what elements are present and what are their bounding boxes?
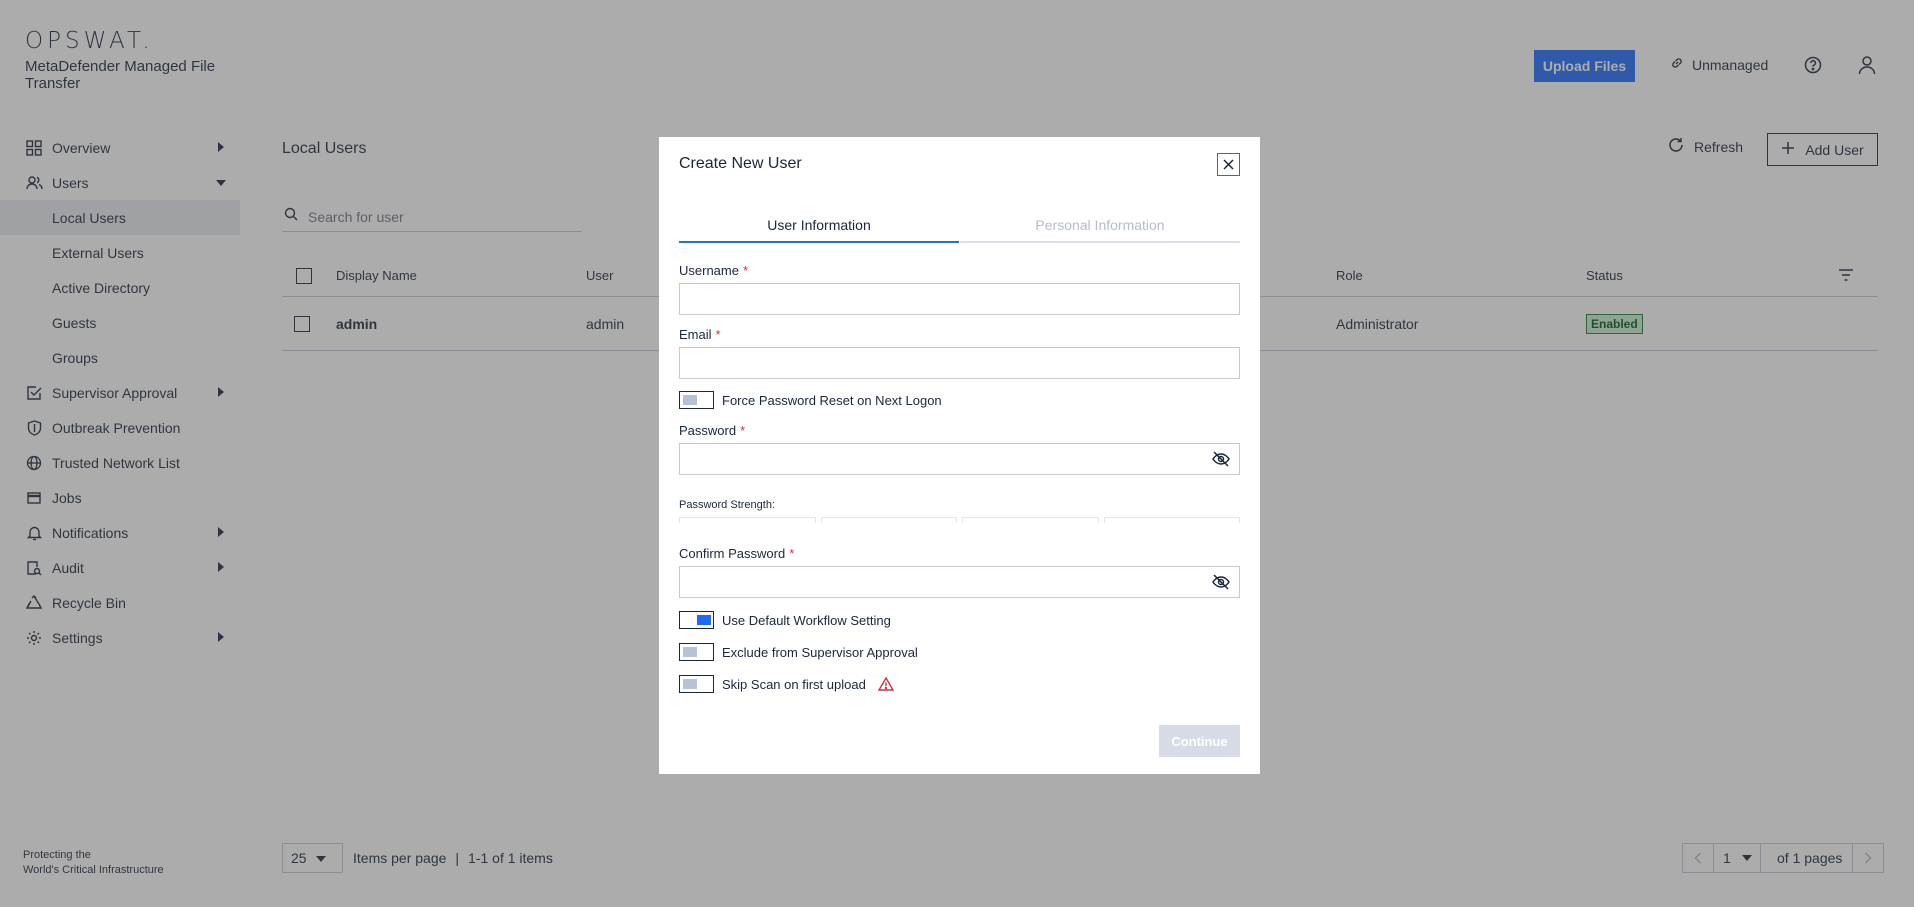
exclude-supervisor-label: Exclude from Supervisor Approval (722, 644, 918, 660)
required-mark: * (789, 546, 795, 561)
toggle-knob (683, 647, 697, 657)
password-label-text: Password (679, 423, 737, 438)
email-label-text: Email (679, 327, 712, 342)
force-reset-row: Force Password Reset on Next Logon (679, 391, 942, 409)
email-label: Email * (679, 327, 721, 342)
skip-scan-toggle[interactable] (679, 675, 714, 693)
confirm-password-label-text: Confirm Password (679, 546, 786, 561)
email-field[interactable] (680, 348, 1239, 378)
email-field-wrapper (679, 347, 1240, 379)
username-label-text: Username (679, 263, 739, 278)
close-button[interactable] (1217, 153, 1240, 176)
tab-user-information[interactable]: User Information (679, 209, 959, 243)
warning-icon[interactable] (877, 677, 894, 691)
eye-slash-icon[interactable] (1212, 574, 1230, 595)
exclude-supervisor-toggle[interactable] (679, 643, 714, 661)
default-workflow-toggle[interactable] (679, 611, 714, 629)
password-label: Password * (679, 423, 745, 438)
confirm-password-field-wrapper (679, 566, 1240, 598)
exclude-supervisor-row: Exclude from Supervisor Approval (679, 643, 918, 661)
confirm-password-label: Confirm Password * (679, 546, 794, 561)
required-mark: * (715, 327, 721, 342)
username-field-wrapper (679, 283, 1240, 315)
dialog-tabs: User Information Personal Information (679, 209, 1240, 243)
dialog-title: Create New User (679, 155, 802, 172)
toggle-knob (697, 615, 711, 625)
strength-segment (679, 517, 816, 523)
close-icon (1223, 159, 1234, 170)
eye-slash-icon[interactable] (1212, 451, 1230, 472)
force-reset-toggle[interactable] (679, 391, 714, 409)
skip-scan-label: Skip Scan on first upload (722, 676, 866, 692)
toggle-knob (683, 395, 697, 405)
confirm-password-field[interactable] (680, 567, 1239, 597)
password-strength-label: Password Strength: (679, 499, 775, 511)
skip-scan-row: Skip Scan on first upload (679, 675, 894, 693)
continue-button[interactable]: Continue (1159, 725, 1240, 757)
password-field-wrapper (679, 443, 1240, 475)
required-mark: * (740, 423, 746, 438)
password-strength-meter (679, 517, 1240, 523)
tab-personal-information[interactable]: Personal Information (960, 209, 1240, 243)
strength-segment (962, 517, 1099, 523)
default-workflow-label: Use Default Workflow Setting (722, 612, 891, 628)
force-reset-label: Force Password Reset on Next Logon (722, 392, 942, 408)
required-mark: * (742, 263, 749, 278)
username-label: Username * (679, 263, 748, 278)
create-user-dialog: Create New User User Information Persona… (659, 137, 1260, 774)
strength-segment (820, 517, 957, 523)
strength-segment (1103, 517, 1240, 523)
toggle-knob (683, 679, 697, 689)
username-field[interactable] (680, 284, 1239, 314)
password-field[interactable] (680, 444, 1239, 474)
default-workflow-row: Use Default Workflow Setting (679, 611, 891, 629)
